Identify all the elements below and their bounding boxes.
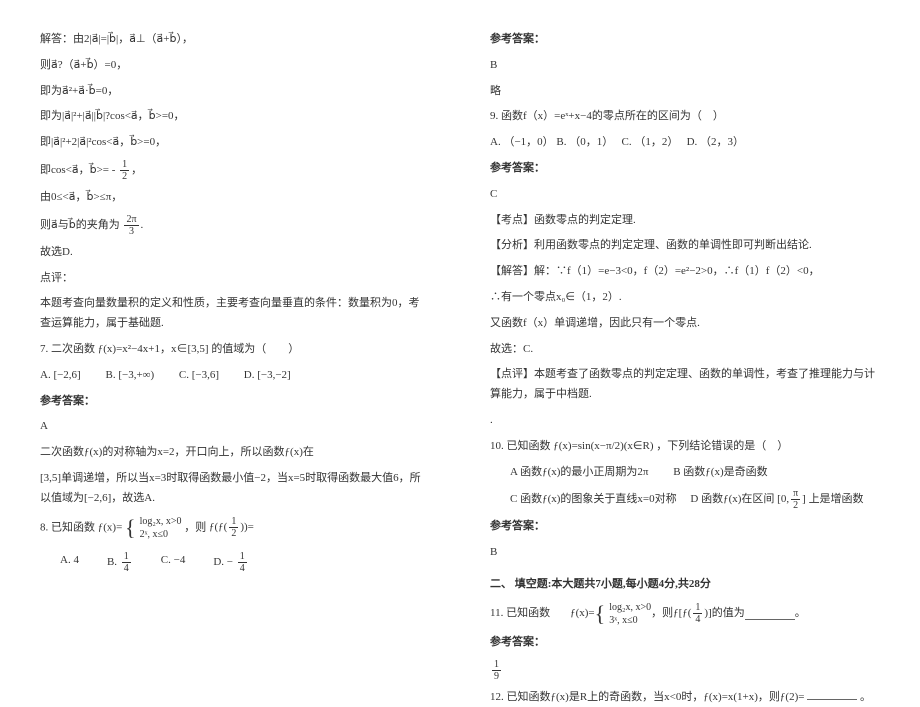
option-d: D 函数ƒ(x)在区间 [0,π2] 上是增函数: [690, 493, 863, 505]
q8-fn: ƒ(x)=: [98, 521, 123, 533]
text: 则a⃗与b⃗的夹角为: [40, 219, 120, 231]
q9-analysis: 【分析】利用函数零点的判定定理、函数的单调性即可判断出结论.: [490, 236, 880, 256]
piecewise: { log₂x, x>0 2ˣ, x≤0: [125, 515, 181, 541]
solution-line: 则a⃗?（a⃗+b⃗）=0，: [40, 56, 430, 76]
fraction: 14: [122, 551, 131, 574]
q10-expression: ƒ(x)=sin(x−π/2)(x∈R): [553, 440, 653, 452]
q9-keypoint: 【考点】函数零点的判定定理.: [490, 211, 880, 231]
answer-label: 参考答案：: [40, 392, 430, 412]
q10-suffix: ，下列结论错误的是（ ）: [656, 440, 788, 452]
q8-mid: ，则: [184, 521, 206, 533]
left-brace-icon: {: [125, 518, 136, 538]
fraction: π2: [791, 488, 800, 511]
q7-answer: A: [40, 417, 430, 437]
option-c: C. −4: [161, 551, 186, 574]
q8-answer: B: [490, 56, 880, 76]
case-1: log₂x, x>0: [609, 601, 651, 614]
q9-options: A. （−1，0） B. （0，1） C. （1，2） D. （2，3）: [490, 133, 880, 153]
option-d: D. [−3,−2]: [244, 369, 291, 381]
q9-solution: 故选：C.: [490, 340, 880, 360]
option-c: C. （1，2）: [622, 136, 673, 148]
case-1: log₂x, x>0: [140, 515, 182, 528]
section-2-title: 二、 填空题:本大题共7小题,每小题4分,共28分: [490, 575, 880, 595]
option-c: C. [−3,6]: [179, 369, 219, 381]
q7-suffix: 的值域为（ ）: [211, 343, 299, 355]
q9-solution: ∴有一个零点x₀∈（1，2）.: [490, 288, 880, 308]
q8-target: ƒ(ƒ(12))=: [209, 521, 254, 533]
answer-label: 参考答案：: [490, 159, 880, 179]
fraction: 12: [229, 516, 238, 539]
q9-answer: C: [490, 185, 880, 205]
comment-label: 点评：: [40, 269, 430, 289]
option-a: A 函数ƒ(x)的最小正周期为2π: [510, 466, 648, 478]
q10-answer: B: [490, 543, 880, 563]
comment-body: 本题考查向量数量积的定义和性质，主要考查向量垂直的条件：数量积为0，考查运算能力…: [40, 294, 430, 334]
fill-blank: [745, 608, 795, 620]
fraction: 19: [492, 659, 501, 682]
answer-label: 参考答案：: [490, 30, 880, 50]
q11-mid: ，则ƒ[ƒ(: [651, 604, 691, 624]
piecewise: { log₂x, x>0 3ˣ, x≤0: [595, 601, 651, 627]
solution-line: 即|a⃗|²+2|a⃗|²cos<a⃗，b⃗>=0，: [40, 133, 430, 153]
q11-post: )]的值为: [704, 604, 744, 624]
option-a: A. 4: [60, 551, 79, 574]
q7-prefix: 7. 二次函数: [40, 343, 95, 355]
left-column: 解答：由2|a⃗|=|b⃗|，a⃗⊥（a⃗+b⃗）， 则a⃗?（a⃗+b⃗）=0…: [40, 30, 440, 621]
option-d: D. − 14: [213, 551, 248, 574]
solution-line: 即为a⃗²+a⃗·b⃗=0，: [40, 82, 430, 102]
question-7: 7. 二次函数 ƒ(x)=x²−4x+1，x∈[3,5] 的值域为（ ）: [40, 340, 430, 360]
q9-comment: 【点评】本题考查了函数零点的判定定理、函数的单调性，考查了推理能力与计算能力，属…: [490, 365, 880, 405]
option-a: A. [−2,6]: [40, 369, 81, 381]
fraction: 1 2: [120, 159, 129, 182]
q12-suffix: 。: [860, 691, 871, 703]
text: 即cos<a⃗，b⃗>= -: [40, 164, 115, 176]
q8-options: A. 4 B. 14 C. −4 D. − 14: [60, 551, 430, 574]
solution-line: 解答：由2|a⃗|=|b⃗|，a⃗⊥（a⃗+b⃗），: [40, 30, 430, 50]
option-b: B 函数ƒ(x)是奇函数: [673, 466, 767, 478]
q9-comment-cont: .: [490, 411, 880, 431]
q10-prefix: 10. 已知函数: [490, 440, 551, 452]
question-12: 12. 已知函数ƒ(x)是R上的奇函数，当x<0时，ƒ(x)=x(1+x)，则ƒ…: [490, 688, 880, 707]
q10-row-cd: C 函数ƒ(x)的图象关于直线x=0对称 D 函数ƒ(x)在区间 [0,π2] …: [490, 488, 880, 511]
option-b: B. [−3,+∞): [105, 369, 154, 381]
q11-fn: ƒ(x)=: [570, 604, 595, 624]
fraction: 2π 3: [124, 214, 138, 237]
answer-label: 参考答案：: [490, 633, 880, 653]
question-8: 8. 已知函数 ƒ(x)= { log₂x, x>0 2ˣ, x≤0 ，则 ƒ(…: [40, 515, 430, 541]
option-a: A. （−1，0）: [490, 136, 554, 148]
q8-prefix: 8. 已知函数: [40, 521, 95, 533]
fraction: 14: [238, 551, 247, 574]
solution-line: 由0≤<a⃗，b⃗>≤π，: [40, 188, 430, 208]
question-10: 10. 已知函数 ƒ(x)=sin(x−π/2)(x∈R) ，下列结论错误的是（…: [490, 437, 880, 457]
conclusion: 故选D.: [40, 243, 430, 263]
fraction: 14: [693, 602, 702, 625]
answer-label: 参考答案：: [490, 517, 880, 537]
question-9: 9. 函数f（x）=eˣ+x−4的零点所在的区间为（ ）: [490, 107, 880, 127]
left-brace-icon: {: [595, 604, 606, 624]
right-column: 参考答案： B 略 9. 函数f（x）=eˣ+x−4的零点所在的区间为（ ） A…: [480, 30, 880, 621]
fill-blank: [807, 688, 857, 700]
option-b: B. 14: [107, 551, 133, 574]
q7-explanation: 二次函数ƒ(x)的对称轴为x=2，开口向上，所以函数ƒ(x)在: [40, 443, 430, 463]
solution-line: 即cos<a⃗，b⃗>= - 1 2 ，: [40, 159, 430, 182]
q8-brief: 略: [490, 82, 880, 102]
q12-prefix: 12. 已知函数ƒ(x)是R上的奇函数，当x<0时，ƒ(x)=x(1+x)，则ƒ…: [490, 691, 804, 703]
question-11: 11. 已知函数 ƒ(x)= { log₂x, x>0 3ˣ, x≤0 ，则ƒ[…: [490, 601, 880, 627]
option-d: D. （2，3）: [687, 136, 744, 148]
q9-solution: 【解答】解：∵f（1）=e−3<0，f（2）=e²−2>0，∴f（1）f（2）<…: [490, 262, 880, 282]
q11-prefix: 11. 已知函数: [490, 604, 550, 624]
q11-answer: 19: [490, 659, 880, 682]
option-c: C 函数ƒ(x)的图象关于直线x=0对称: [510, 493, 677, 505]
q7-explanation: [3,5]单调递增，所以当x=3时取得函数最小值−2，当x=5时取得函数最大值6…: [40, 469, 430, 509]
case-2: 3ˣ, x≤0: [609, 614, 651, 627]
q10-row-ab: A 函数ƒ(x)的最小正周期为2π B 函数ƒ(x)是奇函数: [490, 463, 880, 483]
option-b: B. （0，1）: [556, 136, 607, 148]
case-2: 2ˣ, x≤0: [140, 528, 182, 541]
solution-line: 则a⃗与b⃗的夹角为 2π 3 .: [40, 214, 430, 237]
q7-options: A. [−2,6] B. [−3,+∞) C. [−3,6] D. [−3,−2…: [40, 366, 430, 386]
q9-solution: 又函数f（x）单调递增，因此只有一个零点.: [490, 314, 880, 334]
solution-line: 即为|a⃗|²+|a⃗||b⃗|?cos<a⃗，b⃗>=0，: [40, 107, 430, 127]
q7-expression: ƒ(x)=x²−4x+1，x∈[3,5]: [98, 343, 209, 355]
